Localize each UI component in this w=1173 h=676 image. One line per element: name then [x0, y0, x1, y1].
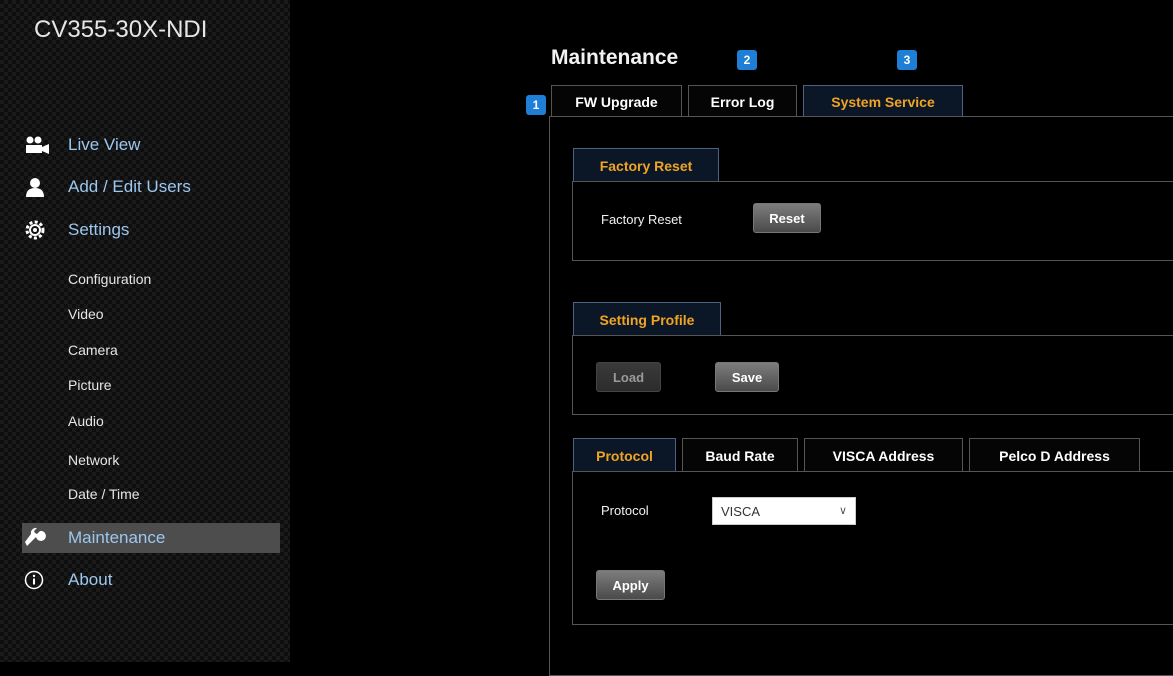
tab-baud-rate[interactable]: Baud Rate	[682, 438, 798, 472]
sidebar-subitem-video[interactable]: Video	[68, 306, 104, 322]
load-button[interactable]: Load	[596, 362, 661, 392]
setting-profile-section	[572, 335, 1173, 415]
sidebar-subitem-network[interactable]: Network	[68, 452, 119, 468]
tab-system-service[interactable]: System Service	[803, 85, 963, 117]
protocol-tabbar: Protocol Baud Rate VISCA Address Pelco D…	[573, 438, 1146, 472]
tab-protocol[interactable]: Protocol	[573, 438, 676, 472]
tab-fw-upgrade[interactable]: FW Upgrade	[551, 85, 682, 117]
reset-button[interactable]: Reset	[753, 203, 821, 233]
sidebar-subitem-date-time[interactable]: Date / Time	[68, 486, 140, 502]
protocol-select-value: VISCA	[721, 503, 761, 519]
camera-icon	[24, 134, 52, 156]
gear-icon	[24, 219, 52, 241]
main-tabbar: FW Upgrade Error Log System Service	[551, 85, 969, 117]
app-title: CV355-30X-NDI	[34, 16, 208, 43]
factory-reset-label: Factory Reset	[601, 212, 682, 227]
sidebar-item-live-view[interactable]: Live View	[22, 130, 280, 160]
callout-badge-2: 2	[737, 50, 757, 70]
info-icon	[24, 569, 52, 591]
sidebar-item-label: Maintenance	[68, 528, 166, 547]
wrench-icon	[24, 527, 52, 549]
sidebar-subitem-audio[interactable]: Audio	[68, 413, 104, 429]
sidebar-item-label: Settings	[68, 220, 130, 239]
sidebar: CV355-30X-NDI Live View Add / Edit Users…	[0, 0, 290, 662]
chevron-down-icon: ∨	[838, 505, 847, 517]
save-button[interactable]: Save	[715, 362, 779, 392]
tab-error-log[interactable]: Error Log	[688, 85, 797, 117]
factory-reset-section-tab: Factory Reset	[573, 148, 719, 182]
sidebar-item-add-edit-users[interactable]: Add / Edit Users	[22, 172, 280, 202]
sidebar-item-maintenance[interactable]: Maintenance	[22, 523, 280, 553]
apply-button[interactable]: Apply	[596, 570, 665, 600]
tab-pelco-d-address[interactable]: Pelco D Address	[969, 438, 1140, 472]
sidebar-item-label: Add / Edit Users	[68, 177, 191, 196]
page-title: Maintenance	[551, 46, 679, 69]
callout-badge-3: 3	[897, 50, 917, 70]
sidebar-subitem-configuration[interactable]: Configuration	[68, 271, 151, 287]
sidebar-subitem-camera[interactable]: Camera	[68, 342, 118, 358]
protocol-label: Protocol	[601, 503, 649, 518]
protocol-section	[572, 471, 1173, 625]
protocol-select[interactable]: VISCA ∨	[712, 497, 856, 525]
tab-visca-address[interactable]: VISCA Address	[804, 438, 963, 472]
setting-profile-section-tab: Setting Profile	[573, 302, 721, 336]
sidebar-item-settings[interactable]: Settings	[22, 215, 280, 245]
user-icon	[24, 176, 52, 198]
sidebar-subitem-picture[interactable]: Picture	[68, 377, 112, 393]
sidebar-item-label: About	[68, 570, 113, 589]
callout-badge-1: 1	[526, 95, 546, 115]
sidebar-item-about[interactable]: About	[22, 565, 280, 595]
sidebar-item-label: Live View	[68, 135, 141, 154]
